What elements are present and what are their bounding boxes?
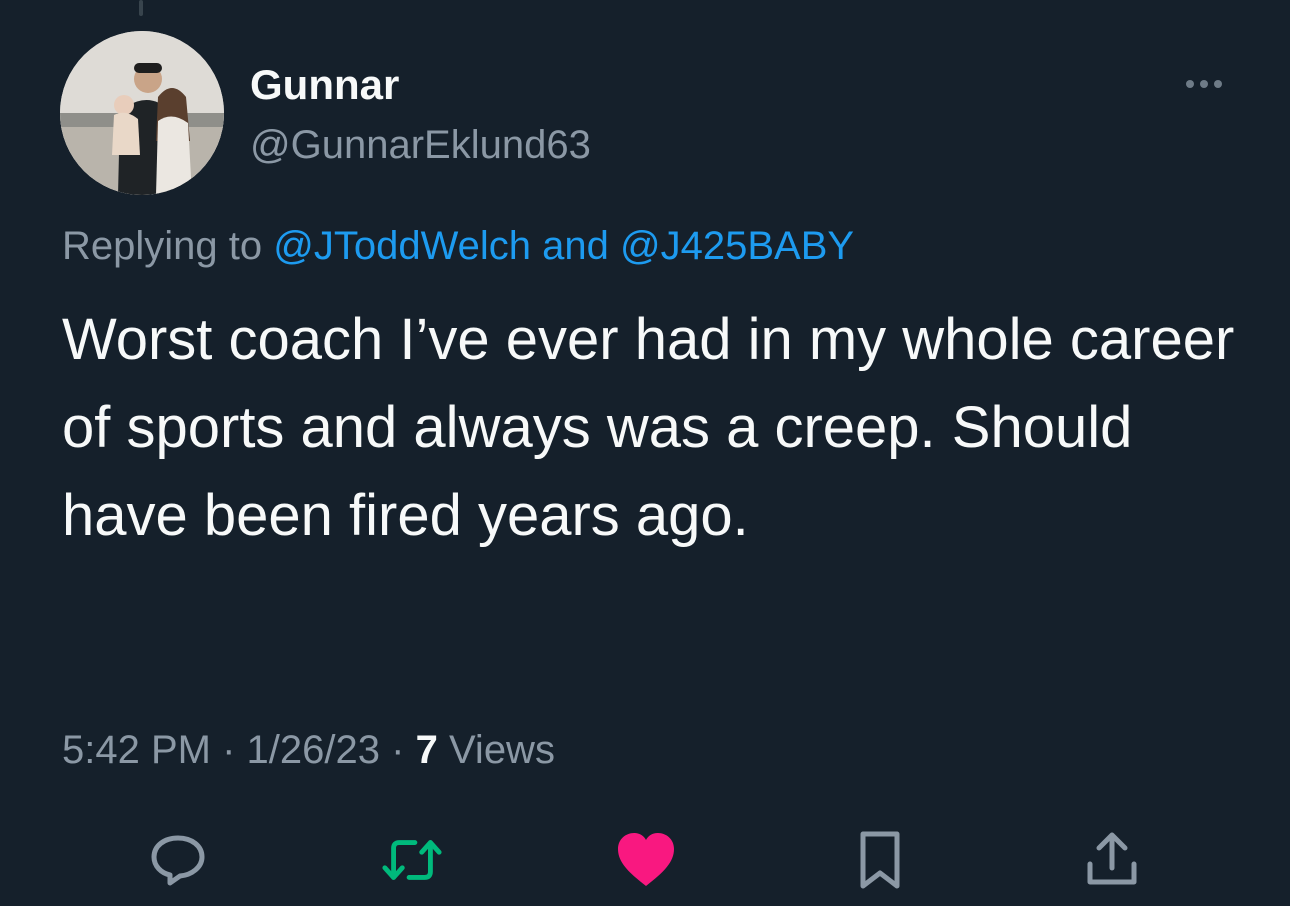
mention-link-1[interactable]: @JToddWelch — [273, 224, 531, 268]
reply-button[interactable] — [146, 828, 210, 892]
share-button[interactable] — [1080, 828, 1144, 892]
tweet-metadata: 5:42 PM · 1/26/23 · 7 Views — [62, 724, 555, 776]
views-label[interactable]: Views — [449, 728, 555, 772]
more-options-button[interactable] — [1176, 70, 1232, 98]
views-count[interactable]: 7 — [416, 728, 438, 772]
speech-bubble-icon — [151, 835, 205, 886]
thread-connector-line — [139, 0, 143, 16]
more-dot-icon — [1214, 80, 1222, 88]
avatar[interactable] — [60, 31, 224, 195]
tweet-detail: Gunnar @GunnarEklund63 Replying to @JTod… — [0, 0, 1290, 906]
meta-separator: · — [391, 728, 405, 772]
replying-to-label: Replying to — [62, 224, 263, 268]
bookmark-icon — [860, 831, 900, 889]
mention-link-2[interactable]: @J425BABY — [620, 224, 854, 268]
like-button[interactable] — [614, 828, 678, 892]
meta-separator: · — [222, 728, 236, 772]
bookmark-button[interactable] — [848, 828, 912, 892]
action-bar — [0, 828, 1290, 892]
tweet-time[interactable]: 5:42 PM — [62, 728, 211, 772]
retweet-button[interactable] — [380, 828, 444, 892]
retweet-icon — [382, 840, 442, 880]
display-name[interactable]: Gunnar — [250, 60, 399, 110]
share-upload-icon — [1087, 832, 1137, 885]
more-dot-icon — [1186, 80, 1194, 88]
tweet-date[interactable]: 1/26/23 — [247, 728, 380, 772]
replying-to: Replying to @JToddWelch and @J425BABY — [62, 220, 854, 272]
heart-filled-icon — [618, 833, 674, 886]
profile-photo-icon — [60, 31, 224, 195]
more-dot-icon — [1200, 80, 1208, 88]
mention-connector[interactable]: and — [542, 224, 609, 268]
tweet-text: Worst coach I’ve ever had in my whole ca… — [62, 307, 1235, 548]
user-handle[interactable]: @GunnarEklund63 — [250, 120, 591, 170]
